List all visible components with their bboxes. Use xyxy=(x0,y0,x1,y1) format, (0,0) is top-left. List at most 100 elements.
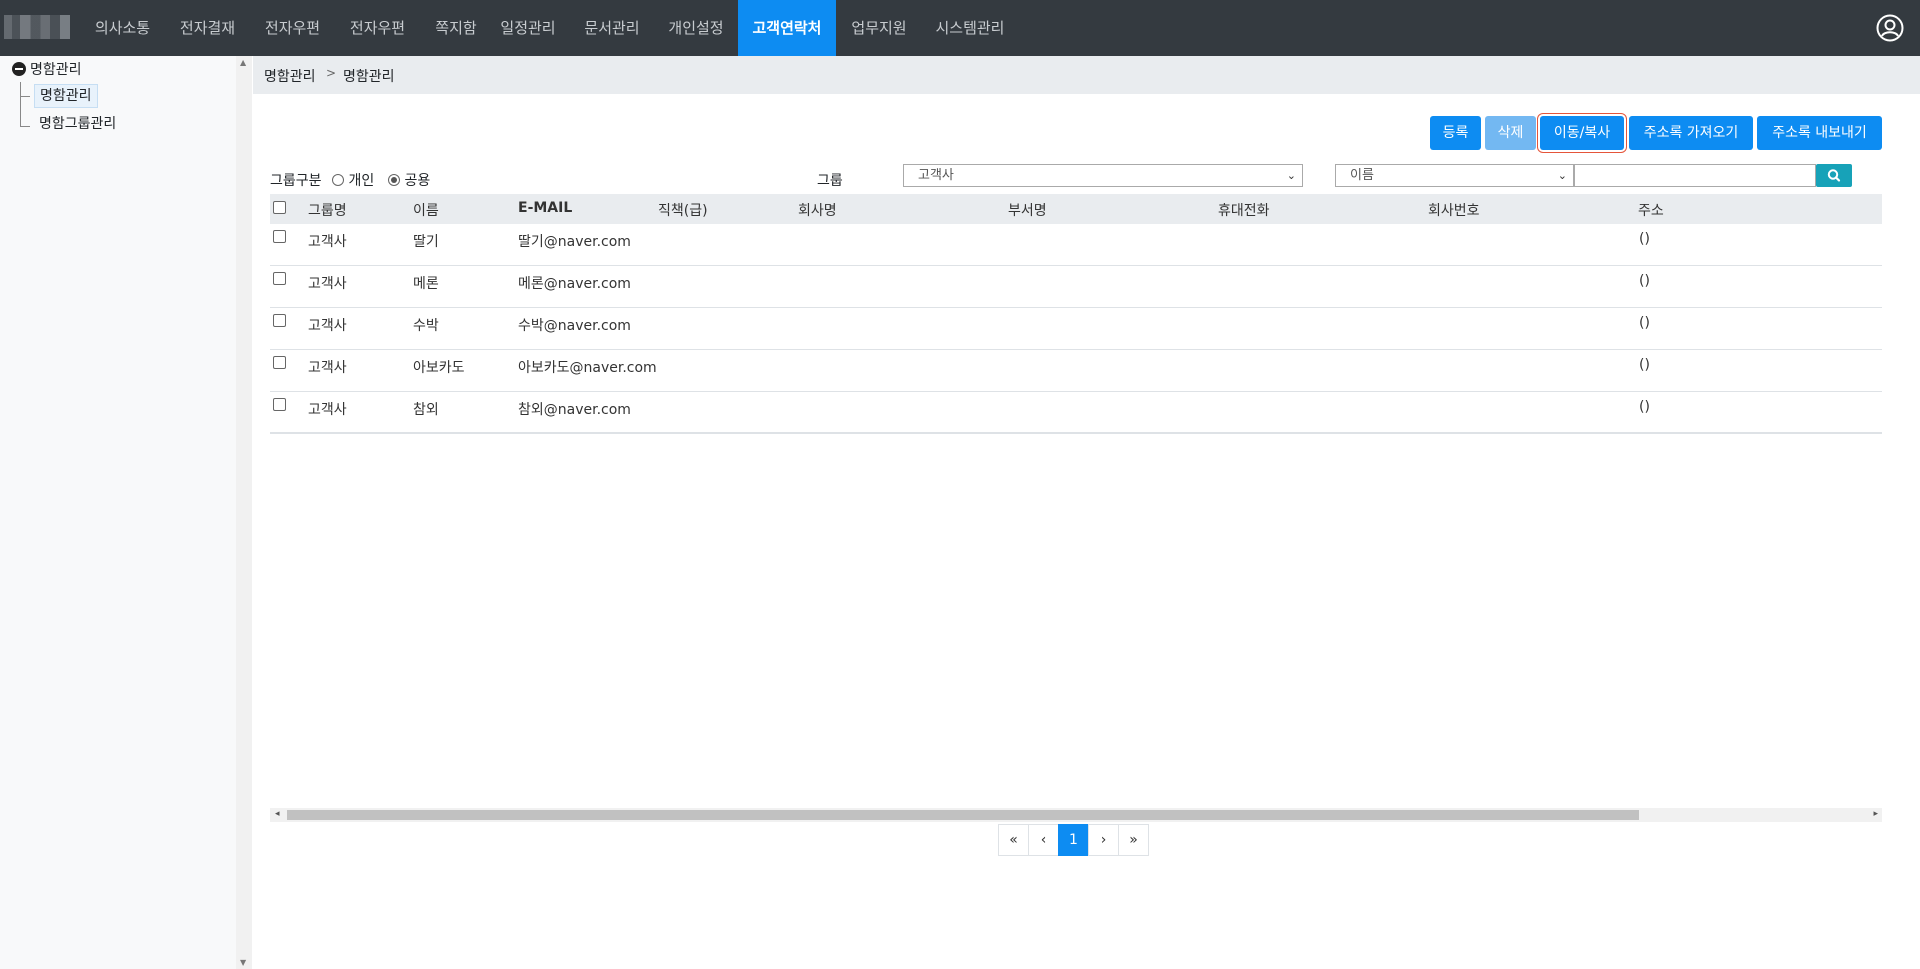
cell-name[interactable]: 수박 xyxy=(413,315,439,335)
column-header-phone[interactable]: 회사번호 xyxy=(1428,200,1480,220)
chevron-down-icon: ⌄ xyxy=(1557,169,1567,182)
cell-address: () xyxy=(1639,357,1650,373)
cell-email: 메론@naver.com xyxy=(518,276,631,292)
table-row[interactable]: 고객사 참외 참외@naver.com () xyxy=(270,392,1882,434)
cell-email: 수박@naver.com xyxy=(518,318,631,334)
table-header: 그룹명 이름 E-MAIL 직책(급) 회사명 부서명 휴대전화 회사번호 주소 xyxy=(270,194,1882,224)
search-button[interactable] xyxy=(1816,164,1852,187)
tree-root[interactable]: 명함관리 xyxy=(12,59,82,81)
logo[interactable] xyxy=(4,15,70,39)
row-checkbox[interactable] xyxy=(273,314,286,327)
column-header-title[interactable]: 직책(급) xyxy=(658,200,708,220)
delete-button[interactable]: 삭제 xyxy=(1485,116,1536,150)
sidebar-item-card-group-management[interactable]: 명함그룹관리 xyxy=(34,113,121,137)
radio-private-label: 개인 xyxy=(348,173,375,189)
nav-item-personal-settings[interactable]: 개인설정 xyxy=(658,0,734,56)
nav-item-schedule[interactable]: 일정관리 xyxy=(492,0,564,56)
group-select-value: 고객사 xyxy=(918,168,954,183)
row-checkbox[interactable] xyxy=(273,356,286,369)
cell-group: 고객사 xyxy=(308,360,347,376)
sidebar: 명함관리 명함관리 명함그룹관리 ▲ ▼ xyxy=(0,56,252,969)
breadcrumb-item[interactable]: 명함관리 xyxy=(264,66,316,86)
search-field-select[interactable]: 이름 ⌄ xyxy=(1335,164,1574,187)
cell-group: 고객사 xyxy=(308,276,347,292)
scroll-up-icon[interactable]: ▲ xyxy=(240,58,246,67)
nav-item-mail-2[interactable]: 전자우편 xyxy=(335,0,420,56)
radio-public-label: 공용 xyxy=(404,173,431,189)
tree-connector xyxy=(20,126,30,127)
cell-name[interactable]: 딸기 xyxy=(413,231,439,251)
nav-item-approval[interactable]: 전자결재 xyxy=(165,0,250,56)
row-checkbox[interactable] xyxy=(273,398,286,411)
radio-private-button[interactable] xyxy=(332,174,344,186)
sidebar-scrollbar[interactable]: ▲ ▼ xyxy=(236,56,252,969)
select-all-checkbox[interactable] xyxy=(273,201,286,214)
scrollbar-thumb[interactable] xyxy=(287,810,1639,820)
column-header-email[interactable]: E-MAIL xyxy=(518,200,572,216)
move-copy-button[interactable]: 이동/복사 xyxy=(1540,116,1624,150)
radio-public-button[interactable] xyxy=(388,174,400,186)
collapse-icon[interactable] xyxy=(12,62,26,76)
import-address-book-button[interactable]: 주소록 가져오기 xyxy=(1629,116,1753,150)
cell-name[interactable]: 메론 xyxy=(413,273,439,293)
export-address-book-button[interactable]: 주소록 내보내기 xyxy=(1757,116,1882,150)
row-checkbox[interactable] xyxy=(273,272,286,285)
scroll-right-icon[interactable]: ▸ xyxy=(1873,809,1878,819)
cell-group: 고객사 xyxy=(308,234,347,250)
cell-group: 고객사 xyxy=(308,402,347,418)
cell-email: 참외@naver.com xyxy=(518,402,631,418)
nav-item-communication[interactable]: 의사소통 xyxy=(80,0,165,56)
cell-address: () xyxy=(1639,273,1650,289)
tree-root-label: 명함관리 xyxy=(30,62,82,78)
nav-item-mail[interactable]: 전자우편 xyxy=(250,0,335,56)
nav-item-customer-contacts[interactable]: 고객연락처 xyxy=(738,0,836,56)
horizontal-scrollbar[interactable]: ◂ ▸ xyxy=(270,808,1882,822)
column-header-group[interactable]: 그룹명 xyxy=(308,200,347,220)
top-nav: 의사소통 전자결재 전자우편 전자우편 쪽지함 일정관리 문서관리 개인설정 고… xyxy=(0,0,1920,56)
radio-public[interactable]: 공용 xyxy=(388,170,430,190)
table-row[interactable]: 고객사 딸기 딸기@naver.com () xyxy=(270,224,1882,266)
cell-email: 아보카도@naver.com xyxy=(518,360,657,376)
pagination: « ‹ 1 › » xyxy=(998,824,1154,856)
column-header-company[interactable]: 회사명 xyxy=(798,200,837,220)
group-select[interactable]: 고객사 ⌄ xyxy=(903,164,1303,187)
cell-group: 고객사 xyxy=(308,318,347,334)
page-button-current[interactable]: 1 xyxy=(1058,824,1089,856)
nav-item-documents[interactable]: 문서관리 xyxy=(575,0,649,56)
column-header-address[interactable]: 주소 xyxy=(1638,200,1664,220)
prev-page-button[interactable]: ‹ xyxy=(1028,824,1059,856)
radio-private[interactable]: 개인 xyxy=(332,170,374,190)
cell-email: 딸기@naver.com xyxy=(518,234,631,250)
column-header-name[interactable]: 이름 xyxy=(413,200,439,220)
table-row[interactable]: 고객사 메론 메론@naver.com () xyxy=(270,266,1882,308)
user-circle-icon[interactable] xyxy=(1876,14,1904,42)
first-page-button[interactable]: « xyxy=(998,824,1029,856)
nav-item-work-support[interactable]: 업무지원 xyxy=(843,0,915,56)
breadcrumb-separator: > xyxy=(326,66,337,80)
scroll-left-icon[interactable]: ◂ xyxy=(275,809,280,819)
nav-item-memo[interactable]: 쪽지함 xyxy=(420,0,492,56)
cell-address: () xyxy=(1639,231,1650,247)
nav-item-system-admin[interactable]: 시스템관리 xyxy=(925,0,1015,56)
table-row[interactable]: 고객사 아보카도 아보카도@naver.com () xyxy=(270,350,1882,392)
tree-connector xyxy=(20,96,30,97)
cell-name[interactable]: 참외 xyxy=(413,399,439,419)
cell-address: () xyxy=(1639,315,1650,331)
scroll-down-icon[interactable]: ▼ xyxy=(240,958,246,967)
group-label: 그룹 xyxy=(817,173,843,189)
breadcrumb-item: 명함관리 xyxy=(343,69,395,85)
register-button[interactable]: 등록 xyxy=(1430,116,1481,150)
group-type-label: 그룹구분 xyxy=(270,173,322,189)
tree-connector xyxy=(20,82,21,126)
row-checkbox[interactable] xyxy=(273,230,286,243)
sidebar-item-card-management[interactable]: 명함관리 xyxy=(34,84,98,108)
last-page-button[interactable]: » xyxy=(1118,824,1149,856)
column-header-department[interactable]: 부서명 xyxy=(1008,200,1047,220)
search-field-select-value: 이름 xyxy=(1350,168,1374,183)
search-input[interactable] xyxy=(1574,164,1816,187)
column-header-mobile[interactable]: 휴대전화 xyxy=(1218,200,1270,220)
table-row[interactable]: 고객사 수박 수박@naver.com () xyxy=(270,308,1882,350)
next-page-button[interactable]: › xyxy=(1088,824,1119,856)
breadcrumb: 명함관리 > 명함관리 xyxy=(253,56,1920,94)
cell-name[interactable]: 아보카도 xyxy=(413,357,465,377)
